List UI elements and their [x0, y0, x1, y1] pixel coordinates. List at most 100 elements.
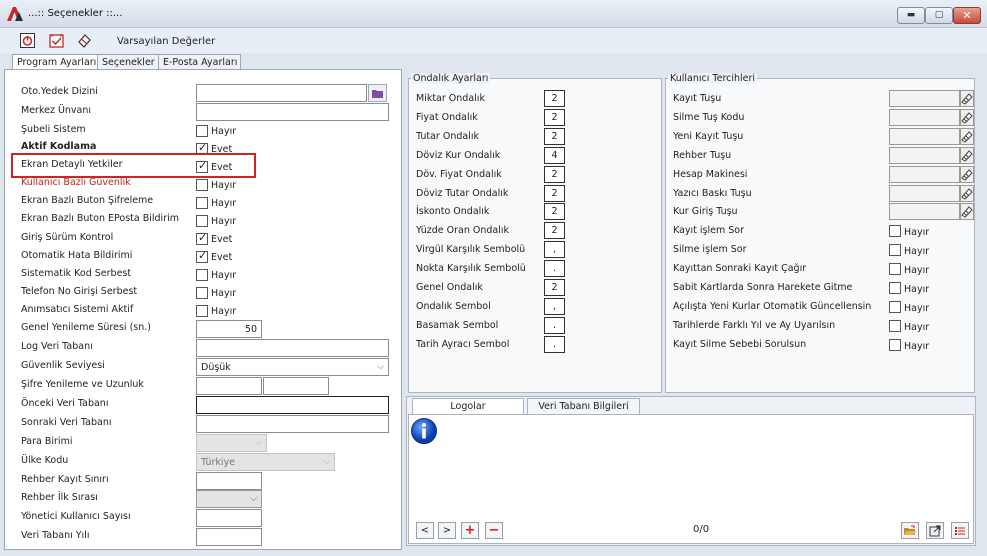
- key-assign-icon[interactable]: [960, 185, 974, 202]
- key-assign-icon[interactable]: [960, 147, 974, 164]
- ondalik-value: ,: [552, 301, 557, 312]
- add-button[interactable]: +: [461, 522, 479, 539]
- ondalik-value-input[interactable]: .: [544, 336, 565, 353]
- preference-label: Açılışta Yeni Kurlar Otomatik Güncellens…: [673, 301, 872, 312]
- key-input[interactable]: [889, 185, 960, 202]
- key-assign-icon[interactable]: [960, 203, 974, 220]
- ondalik-value-input[interactable]: 2: [544, 279, 565, 296]
- ondalik-value: .: [552, 339, 557, 350]
- export-button[interactable]: [926, 522, 944, 539]
- ulke-kodu-select[interactable]: Türkiye ⌵: [196, 453, 335, 471]
- tab-logolar[interactable]: Logolar: [412, 398, 524, 414]
- chevron-down-icon: ⌵: [323, 457, 330, 467]
- ondalik-value-input[interactable]: 2: [544, 128, 565, 145]
- folder-icon: [372, 90, 383, 98]
- rehber-ilk-sirasi-select[interactable]: ⌵: [196, 490, 262, 508]
- ondalik-value-input[interactable]: 2: [544, 166, 565, 183]
- ondalik-label: İskonto Ondalık: [416, 206, 490, 217]
- preference-checkbox[interactable]: [889, 320, 901, 332]
- ondalik-value: .: [552, 320, 557, 331]
- ondalik-value: 2: [551, 93, 558, 104]
- tab-veri-tabani-bilgileri[interactable]: Veri Tabanı Bilgileri: [527, 398, 640, 414]
- oto-yedek-input[interactable]: [196, 84, 367, 102]
- onceki-veri-tabani-input[interactable]: [196, 396, 389, 414]
- label-giris-surum-kontrol: Giriş Sürüm Kontrol: [21, 232, 114, 243]
- genel-yenileme-input[interactable]: 50: [196, 320, 262, 338]
- key-input[interactable]: [889, 90, 960, 107]
- key-input[interactable]: [889, 109, 960, 126]
- open-folder-button[interactable]: [901, 522, 919, 539]
- ondalik-value-input[interactable]: 2: [544, 203, 565, 220]
- preference-checkbox[interactable]: [889, 244, 901, 256]
- checkmark-icon: ✓: [198, 231, 208, 244]
- preference-checkbox[interactable]: [889, 225, 901, 237]
- sifre-yenileme-input[interactable]: [196, 377, 262, 395]
- log-veri-tabani-input[interactable]: [196, 339, 389, 357]
- ondalik-value-input[interactable]: 2: [544, 222, 565, 239]
- label-sistematik-kod: Sistematik Kod Serbest: [21, 268, 132, 279]
- ondalik-value-input[interactable]: 4: [544, 147, 565, 164]
- eraser-icon[interactable]: [77, 33, 92, 48]
- guvenlik-seviyesi-select[interactable]: Düşük ⌵: [196, 358, 389, 376]
- next-button[interactable]: >: [438, 522, 456, 539]
- ondalik-value-input[interactable]: 2: [544, 109, 565, 126]
- label-veri-tabani-yili: Veri Tabanı Yılı: [21, 530, 90, 541]
- tab-program-ayarlari[interactable]: Program Ayarları: [12, 54, 101, 70]
- sifre-uzunluk-input[interactable]: [263, 377, 329, 395]
- kullanici-bazli-guvenlik-checkbox[interactable]: [196, 179, 208, 191]
- prev-button[interactable]: <: [416, 522, 434, 539]
- key-input[interactable]: [889, 203, 960, 220]
- preference-label: Sabit Kartlarda Sonra Harekete Gitme: [673, 282, 853, 293]
- minimize-button[interactable]: ▬: [897, 7, 925, 24]
- buton-sifreleme-value: Hayır: [211, 198, 237, 209]
- buton-sifreleme-checkbox[interactable]: [196, 197, 208, 209]
- animsatici-value: Hayır: [211, 306, 237, 317]
- preference-checkbox[interactable]: [889, 339, 901, 351]
- guvenlik-seviyesi-value: Düşük: [201, 362, 231, 373]
- power-icon[interactable]: [20, 33, 35, 48]
- maximize-button[interactable]: ▢: [925, 7, 953, 24]
- key-label: Yeni Kayıt Tuşu: [673, 131, 744, 142]
- ekran-detayli-yetkiler-checkbox[interactable]: ✓: [196, 159, 208, 173]
- sistematik-kod-checkbox[interactable]: [196, 269, 208, 281]
- animsatici-checkbox[interactable]: [196, 305, 208, 317]
- giris-surum-kontrol-checkbox[interactable]: ✓: [196, 231, 208, 245]
- folder-browse-button[interactable]: [368, 84, 387, 102]
- telefon-no-checkbox[interactable]: [196, 287, 208, 299]
- ondalik-label: Döviz Tutar Ondalık: [416, 188, 509, 199]
- tab-eposta-ayarlari[interactable]: E-Posta Ayarları: [158, 54, 242, 69]
- key-assign-icon[interactable]: [960, 128, 974, 145]
- key-input[interactable]: [889, 128, 960, 145]
- remove-button[interactable]: −: [485, 522, 503, 539]
- ondalik-value-input[interactable]: ,: [544, 298, 565, 315]
- ondalik-value-input[interactable]: 2: [544, 185, 565, 202]
- ondalik-value-input[interactable]: .: [544, 260, 565, 277]
- otomatik-hata-checkbox[interactable]: ✓: [196, 249, 208, 263]
- close-button[interactable]: ✕: [953, 7, 981, 24]
- tab-secenekler[interactable]: Seçenekler: [97, 54, 159, 69]
- ondalik-value-input[interactable]: 2: [544, 90, 565, 107]
- list-button[interactable]: [951, 522, 969, 539]
- key-assign-icon[interactable]: [960, 90, 974, 107]
- merkez-unvani-input[interactable]: [196, 103, 389, 121]
- default-values-button[interactable]: Varsayılan Değerler: [117, 36, 215, 47]
- ondalik-value-input[interactable]: .: [544, 317, 565, 334]
- key-assign-icon[interactable]: [960, 109, 974, 126]
- rehber-kayit-siniri-input[interactable]: [196, 472, 262, 490]
- key-input[interactable]: [889, 147, 960, 164]
- key-input[interactable]: [889, 166, 960, 183]
- yonetici-kullanici-input[interactable]: [196, 509, 262, 527]
- sonraki-veri-tabani-input[interactable]: [196, 415, 389, 433]
- ondalik-value-input[interactable]: ,: [544, 241, 565, 258]
- para-birimi-select[interactable]: ⌵: [196, 434, 267, 452]
- ondalik-label: Genel Ondalık: [416, 282, 483, 293]
- label-oto-yedek: Oto.Yedek Dizini: [21, 86, 98, 97]
- buton-eposta-checkbox[interactable]: [196, 215, 208, 227]
- veri-tabani-yili-input[interactable]: [196, 528, 262, 546]
- preference-checkbox[interactable]: [889, 263, 901, 275]
- subeli-sistem-checkbox[interactable]: [196, 125, 208, 137]
- preference-checkbox[interactable]: [889, 282, 901, 294]
- key-assign-icon[interactable]: [960, 166, 974, 183]
- preference-checkbox[interactable]: [889, 301, 901, 313]
- save-check-icon[interactable]: [49, 33, 64, 48]
